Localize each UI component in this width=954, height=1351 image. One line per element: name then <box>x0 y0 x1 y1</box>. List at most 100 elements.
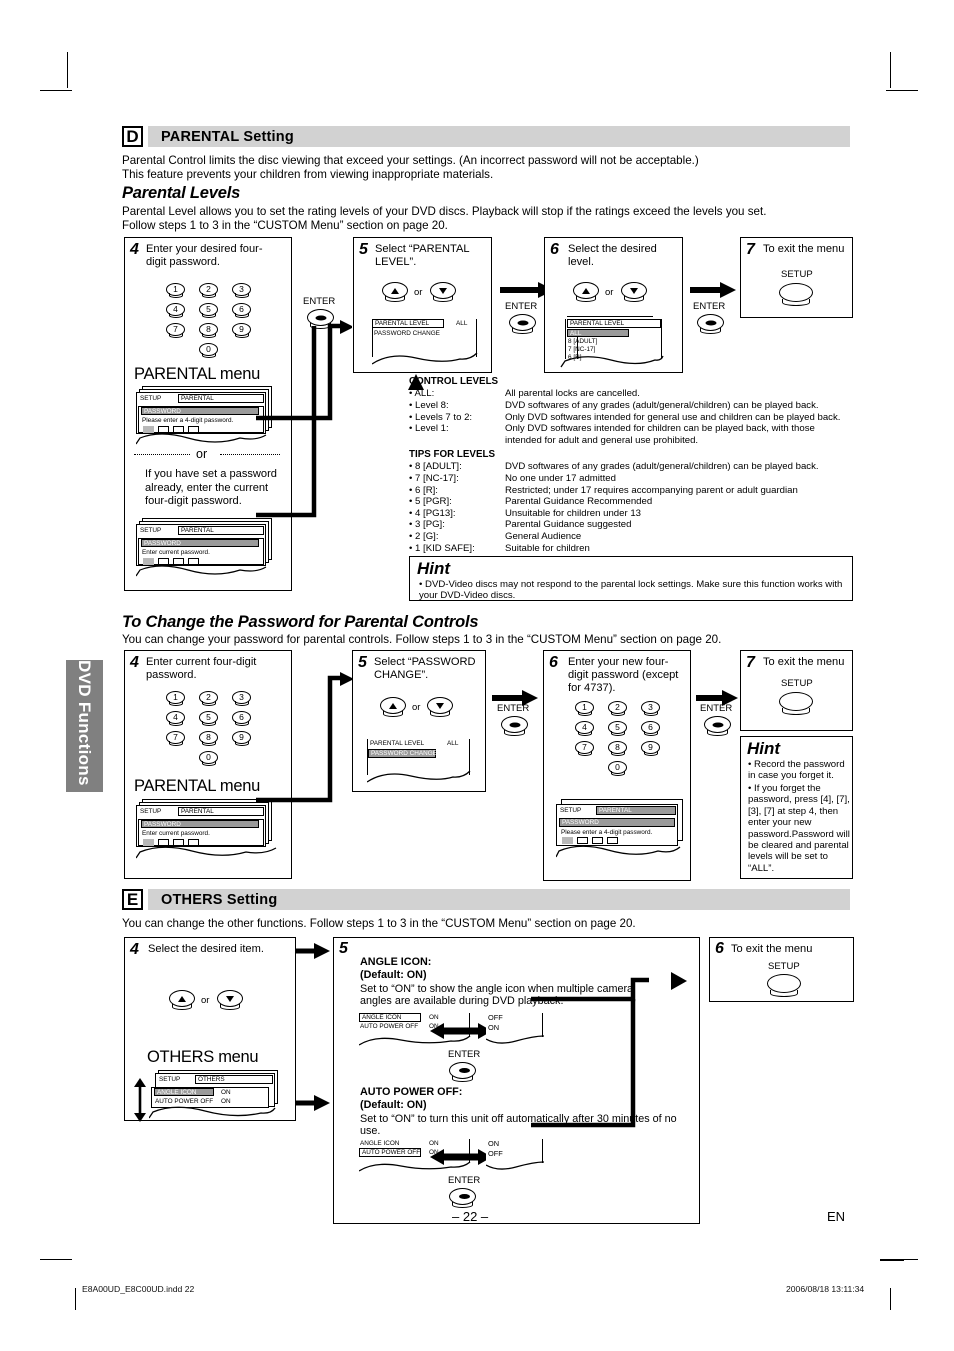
key-5[interactable]: 5 <box>608 721 627 736</box>
key-6[interactable]: 6 <box>232 711 251 726</box>
setup-button-pw7[interactable] <box>779 692 813 715</box>
cursor-up-button-others[interactable] <box>169 990 195 1010</box>
control-levels-row: • ALL: All parental locks are cancelled. <box>409 388 853 400</box>
key-3[interactable]: 3 <box>232 283 251 298</box>
enter-button-d[interactable] <box>501 716 528 736</box>
page-number: – 22 – <box>452 1209 489 1224</box>
hint-body-levels: • DVD-Video discs may not respond to the… <box>419 579 843 602</box>
step4-password-number: 4 <box>130 654 139 671</box>
tips-desc: No one under 17 admitted <box>505 473 616 484</box>
step5-password-text: Select “PASSWORD CHANGE”. <box>374 656 476 681</box>
step7-password-text: To exit the menu <box>763 656 845 668</box>
step4-levels-text: Enter your desired four-digit password. <box>146 243 263 268</box>
control-levels-desc: All parental locks are cancelled. <box>505 388 640 400</box>
osd-parental-menu-5: PARENTAL LEVEL ALL PASSWORD CHANGE <box>372 319 482 367</box>
hint-bullet-1: • Record the password in case you forget… <box>748 759 845 782</box>
section-e-letter: E <box>122 889 143 910</box>
osd-row-password-2: PASSWORD <box>141 539 259 547</box>
cursor-up-button-pw5[interactable] <box>380 697 406 717</box>
key-1[interactable]: 1 <box>166 691 185 706</box>
osd-row-password-4: PASSWORD <box>559 818 675 827</box>
cursor-up-button-6[interactable] <box>573 282 599 302</box>
step7-levels-text: To exit the menu <box>763 243 845 255</box>
key-2[interactable]: 2 <box>199 283 218 298</box>
keypad-numeric[interactable]: 1 2 3 4 5 6 7 8 9 0 <box>570 701 680 776</box>
step6-others-panel: 6 To exit the menu SETUP <box>709 937 854 1002</box>
key-0[interactable]: 0 <box>199 343 218 358</box>
flow-arrow-6-to-7 <box>690 282 736 298</box>
osd-tab-parental-4: PARENTAL <box>596 806 676 815</box>
key-0[interactable]: 0 <box>608 761 627 776</box>
tips-row: • 1 [KID SAFE]: Suitable for children <box>409 543 853 555</box>
key-3[interactable]: 3 <box>232 691 251 706</box>
enter-button-c[interactable] <box>697 314 724 334</box>
crop-mark-bl-h <box>40 1259 72 1261</box>
tips-desc: Unsuitable for children under 13 <box>505 507 641 519</box>
crop-mark-tl-v <box>67 52 69 88</box>
key-5[interactable]: 5 <box>199 303 218 318</box>
key-8[interactable]: 8 <box>608 741 627 756</box>
step4-levels-number: 4 <box>130 241 139 258</box>
step7-levels-panel: 7 To exit the menu SETUP <box>740 237 853 318</box>
section-d-intro-2: This feature prevents your children from… <box>122 168 494 181</box>
key-4[interactable]: 4 <box>166 711 185 726</box>
control-levels-desc: Only DVD softwares intended for children… <box>505 423 815 446</box>
osd-setup-label-1: SETUP <box>140 395 162 402</box>
key-1[interactable]: 1 <box>575 701 594 716</box>
setup-button-7[interactable] <box>779 283 813 306</box>
key-2[interactable]: 2 <box>199 691 218 706</box>
control-levels-block: CONTROL LEVELS • ALL: All parental locks … <box>409 376 853 446</box>
key-0[interactable]: 0 <box>199 751 218 766</box>
step6-levels-number: 6 <box>550 241 559 258</box>
key-8[interactable]: 8 <box>199 323 218 338</box>
step4-others-number: 4 <box>130 941 139 958</box>
key-7[interactable]: 7 <box>575 741 594 756</box>
step6-levels-panel: 6 Select the desired level. or PARENTAL … <box>544 237 683 373</box>
key-9[interactable]: 9 <box>641 741 660 756</box>
setup-label-others: SETUP <box>768 961 800 972</box>
password-intro-line: You can change your password for parenta… <box>122 633 722 646</box>
control-levels-row: • Level 8: DVD softwares of any grades (a… <box>409 400 853 412</box>
key-5[interactable]: 5 <box>199 711 218 726</box>
step7-password-panel: 7 To exit the menu SETUP <box>740 650 853 731</box>
key-6[interactable]: 6 <box>641 721 660 736</box>
cursor-down-button-6[interactable] <box>621 282 647 302</box>
hint-box-password: Hint • Record the password in case you f… <box>740 736 853 879</box>
control-levels-row: • Levels 7 to 2: Only DVD softwares inten… <box>409 412 853 424</box>
step5-levels-number: 5 <box>359 241 368 258</box>
osd-row-password-change-5: PASSWORD CHANGE <box>374 330 440 337</box>
tips-for-levels-heading: TIPS FOR LEVELS <box>409 449 496 460</box>
key-6[interactable]: 6 <box>232 303 251 318</box>
crop-mark-tr-v <box>890 52 892 88</box>
enter-button-b[interactable] <box>509 314 536 334</box>
cursor-up-button-5[interactable] <box>382 282 408 302</box>
key-4[interactable]: 4 <box>575 721 594 736</box>
setup-button-others[interactable] <box>767 974 801 997</box>
key-9[interactable]: 9 <box>232 731 251 746</box>
enter-button-e[interactable] <box>704 716 731 736</box>
or-label-pw5: or <box>412 702 421 713</box>
osd-parental-level-list: PARENTAL LEVEL ALL 8 [ADULT] 7 [NC-17] 6… <box>559 316 673 368</box>
parental-menu-title-2: PARENTAL menu <box>134 777 261 795</box>
key-4[interactable]: 4 <box>166 303 185 318</box>
key-8[interactable]: 8 <box>199 731 218 746</box>
cursor-down-button-5[interactable] <box>430 282 456 302</box>
side-tab-dvd-functions: DVD Functions <box>66 660 103 792</box>
key-2[interactable]: 2 <box>608 701 627 716</box>
or-divider-left <box>134 454 190 455</box>
key-9[interactable]: 9 <box>232 323 251 338</box>
or-label-step4: or <box>196 447 208 461</box>
key-7[interactable]: 7 <box>166 323 185 338</box>
step5-levels-text: Select “PARENTAL LEVEL”. <box>375 243 470 268</box>
key-3[interactable]: 3 <box>641 701 660 716</box>
key-7[interactable]: 7 <box>166 731 185 746</box>
step6-others-number: 6 <box>715 940 724 957</box>
osd-setup-label-4: SETUP <box>560 807 582 814</box>
footer-timestamp: 2006/08/18 13:11:34 <box>786 1284 865 1294</box>
cursor-down-button-pw5[interactable] <box>427 697 453 717</box>
step6-levels-text: Select the desired level. <box>568 243 657 268</box>
step4-others-text: Select the desired item. <box>148 943 264 955</box>
osd-row-password-3: PASSWORD <box>141 820 259 828</box>
key-1[interactable]: 1 <box>166 283 185 298</box>
step6-password-panel: 6 Enter your new four-digit password (ex… <box>543 650 691 881</box>
